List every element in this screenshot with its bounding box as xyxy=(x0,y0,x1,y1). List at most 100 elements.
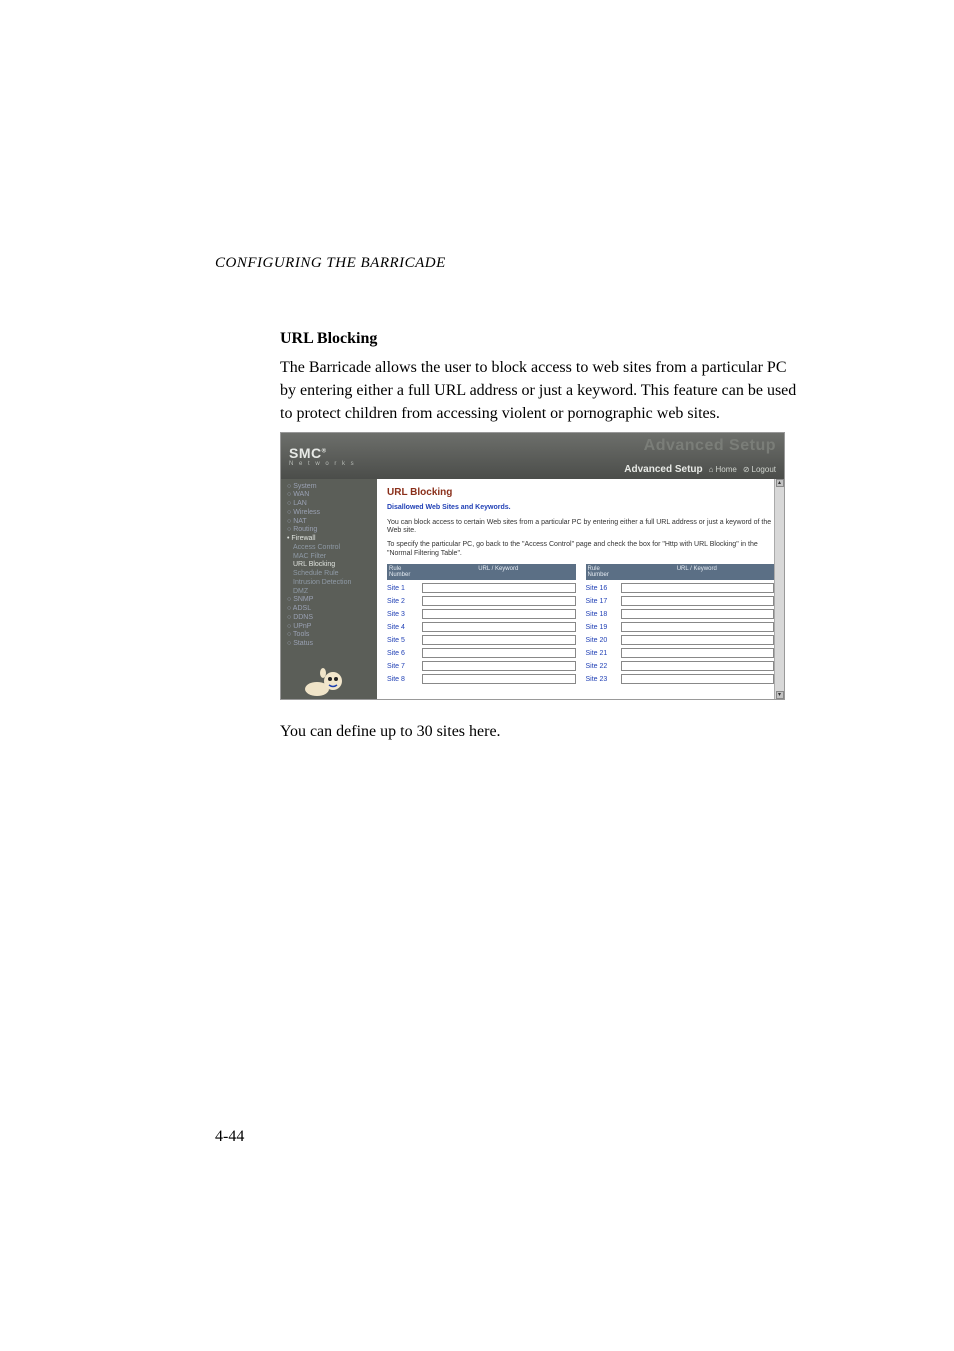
sidebar-item-dmz[interactable]: DMZ xyxy=(287,588,377,597)
row-label: Site 3 xyxy=(387,611,419,618)
url-input[interactable] xyxy=(422,596,576,606)
sidebar-item-tools[interactable]: ○ Tools xyxy=(287,631,377,640)
advanced-setup-ghost: Advanced Setup xyxy=(644,437,776,455)
row-label: Site 5 xyxy=(387,637,419,644)
row-label: Site 7 xyxy=(387,663,419,670)
row-label: Site 4 xyxy=(387,624,419,631)
url-input[interactable] xyxy=(621,635,775,645)
smc-logo-sub: N e t w o r k s xyxy=(289,461,356,467)
url-input[interactable] xyxy=(422,635,576,645)
sidebar-item-wireless[interactable]: ○ Wireless xyxy=(287,509,377,518)
table-header: Rule Number URL / Keyword xyxy=(387,564,576,580)
url-table-right: Rule Number URL / Keyword Site 16 Site 1… xyxy=(586,564,775,687)
url-input[interactable] xyxy=(621,596,775,606)
sidebar-item-schedule-rule[interactable]: Schedule Rule xyxy=(287,570,377,579)
table-row: Site 5 xyxy=(387,635,576,645)
url-input[interactable] xyxy=(422,609,576,619)
scrollbar[interactable]: ▴ ▾ xyxy=(774,479,784,699)
sidebar: ○ System ○ WAN ○ LAN ○ Wireless ○ NAT ○ … xyxy=(281,479,377,699)
sidebar-item-lan[interactable]: ○ LAN xyxy=(287,500,377,509)
panel-paragraph-2: To specify the particular PC, go back to… xyxy=(387,541,774,558)
url-input[interactable] xyxy=(422,648,576,658)
url-table: Rule Number URL / Keyword Site 1 Site 2 … xyxy=(387,564,774,687)
panel-paragraph-1: You can block access to certain Web site… xyxy=(387,519,774,536)
sidebar-item-url-blocking[interactable]: URL Blocking xyxy=(287,561,377,570)
url-table-left: Rule Number URL / Keyword Site 1 Site 2 … xyxy=(387,564,576,687)
row-label: Site 1 xyxy=(387,585,419,592)
smc-logo: SMC® xyxy=(289,445,356,461)
note-paragraph: You can define up to 30 sites here. xyxy=(280,720,800,743)
url-input[interactable] xyxy=(422,622,576,632)
table-row: Site 23 xyxy=(586,674,775,684)
panel-subheading: Disallowed Web Sites and Keywords. xyxy=(387,504,774,511)
url-input[interactable] xyxy=(621,648,775,658)
table-row: Site 18 xyxy=(586,609,775,619)
sidebar-item-nat[interactable]: ○ NAT xyxy=(287,518,377,527)
row-label: Site 17 xyxy=(586,598,618,605)
table-header: Rule Number URL / Keyword xyxy=(586,564,775,580)
sidebar-item-adsl[interactable]: ○ ADSL xyxy=(287,605,377,614)
sidebar-item-intrusion-detection[interactable]: Intrusion Detection xyxy=(287,579,377,588)
url-input[interactable] xyxy=(422,661,576,671)
main-panel: URL Blocking Disallowed Web Sites and Ke… xyxy=(377,479,784,699)
page-number: 4-44 xyxy=(215,1128,244,1146)
table-row: Site 16 xyxy=(586,583,775,593)
scroll-down-icon[interactable]: ▾ xyxy=(776,691,784,699)
body-paragraph: The Barricade allows the user to block a… xyxy=(280,356,800,426)
table-row: Site 22 xyxy=(586,661,775,671)
th-rule-number: Rule Number xyxy=(387,564,421,580)
table-row: Site 21 xyxy=(586,648,775,658)
sidebar-item-access-control[interactable]: Access Control xyxy=(287,544,377,553)
table-row: Site 19 xyxy=(586,622,775,632)
row-label: Site 21 xyxy=(586,650,618,657)
table-row: Site 2 xyxy=(387,596,576,606)
table-row: Site 17 xyxy=(586,596,775,606)
th-rule-number: Rule Number xyxy=(586,564,620,580)
page-content: URL Blocking The Barricade allows the us… xyxy=(280,330,800,749)
sidebar-item-wan[interactable]: ○ WAN xyxy=(287,491,377,500)
row-label: Site 6 xyxy=(387,650,419,657)
sidebar-item-ddns[interactable]: ○ DDNS xyxy=(287,614,377,623)
table-row: Site 1 xyxy=(387,583,576,593)
sidebar-item-snmp[interactable]: ○ SNMP xyxy=(287,596,377,605)
url-input[interactable] xyxy=(621,674,775,684)
sidebar-item-routing[interactable]: ○ Routing xyxy=(287,526,377,535)
logout-link[interactable]: ⊘Logout xyxy=(743,465,776,474)
url-input[interactable] xyxy=(621,583,775,593)
url-input[interactable] xyxy=(422,583,576,593)
row-label: Site 22 xyxy=(586,663,618,670)
th-url-keyword: URL / Keyword xyxy=(421,564,576,580)
url-input[interactable] xyxy=(621,622,775,632)
screenshot-header: SMC® N e t w o r k s Advanced Setup Adva… xyxy=(281,433,784,479)
top-bar-right: Advanced Setup ⌂Home ⊘Logout xyxy=(624,464,776,475)
home-link[interactable]: ⌂Home xyxy=(709,465,737,474)
sidebar-item-firewall[interactable]: • Firewall xyxy=(287,535,377,544)
mascot-icon xyxy=(299,667,349,697)
sidebar-item-status[interactable]: ○ Status xyxy=(287,640,377,649)
screenshot-body: ○ System ○ WAN ○ LAN ○ Wireless ○ NAT ○ … xyxy=(281,479,784,699)
advanced-setup-label: Advanced Setup xyxy=(624,464,702,475)
url-input[interactable] xyxy=(422,674,576,684)
row-label: Site 23 xyxy=(586,676,618,683)
scroll-up-icon[interactable]: ▴ xyxy=(776,479,784,487)
panel-heading: URL Blocking xyxy=(387,487,774,498)
logout-icon: ⊘ xyxy=(743,465,750,474)
sidebar-item-system[interactable]: ○ System xyxy=(287,483,377,492)
router-admin-screenshot: SMC® N e t w o r k s Advanced Setup Adva… xyxy=(280,432,785,700)
sidebar-item-mac-filter[interactable]: MAC Filter xyxy=(287,553,377,562)
table-row: Site 3 xyxy=(387,609,576,619)
row-label: Site 16 xyxy=(586,585,618,592)
table-row: Site 20 xyxy=(586,635,775,645)
running-header: CONFIGURING THE BARRICADE xyxy=(215,255,446,272)
table-row: Site 8 xyxy=(387,674,576,684)
section-title: URL Blocking xyxy=(280,330,800,348)
url-input[interactable] xyxy=(621,609,775,619)
row-label: Site 20 xyxy=(586,637,618,644)
url-input[interactable] xyxy=(621,661,775,671)
row-label: Site 2 xyxy=(387,598,419,605)
table-row: Site 4 xyxy=(387,622,576,632)
row-label: Site 18 xyxy=(586,611,618,618)
table-row: Site 6 xyxy=(387,648,576,658)
th-url-keyword: URL / Keyword xyxy=(620,564,775,580)
sidebar-item-upnp[interactable]: ○ UPnP xyxy=(287,623,377,632)
